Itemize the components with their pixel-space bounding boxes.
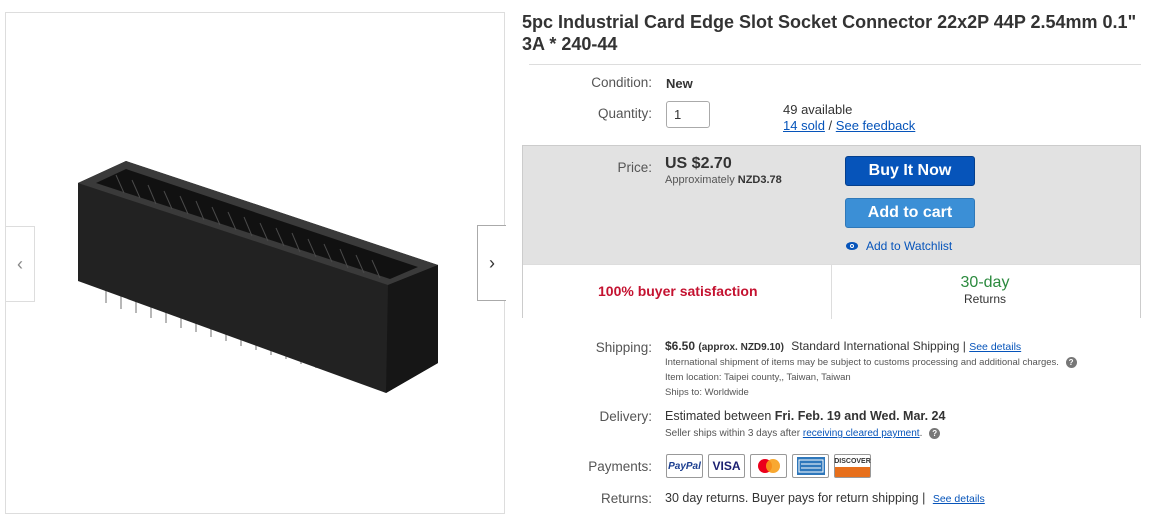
watchlist-label: Add to Watchlist <box>866 239 953 253</box>
available-count: 49 available <box>783 102 853 117</box>
returns-see-details-link[interactable]: See details <box>933 493 985 505</box>
gallery-prev-button[interactable]: ‹ <box>6 226 35 302</box>
title-divider <box>529 64 1141 65</box>
discover-icon: DISCOVER <box>834 454 871 478</box>
delivery-dates: Fri. Feb. 19 and Wed. Mar. 24 <box>774 409 946 423</box>
delivery-note: Seller ships within 3 days after receivi… <box>665 428 941 440</box>
delivery-note-suffix: . <box>919 428 923 440</box>
availability-separator: / <box>828 118 833 133</box>
price-approx-prefix: Approximately <box>665 174 735 186</box>
shipping-note: International shipment of items may be s… <box>665 357 1077 368</box>
paypal-icon: PayPal <box>666 454 703 478</box>
price-approx: Approximately NZD3.78 <box>665 174 782 186</box>
gallery-next-button[interactable]: › <box>477 225 506 301</box>
see-feedback-link[interactable]: See feedback <box>836 118 916 133</box>
returns-policy: 30 day returns. Buyer pays for return sh… <box>665 491 985 505</box>
buyer-satisfaction: 100% buyer satisfaction <box>598 283 758 299</box>
cleared-payment-link[interactable]: receiving cleared payment <box>803 428 920 439</box>
image-gallery: ‹ › <box>5 12 506 514</box>
price-box-divider <box>831 265 832 319</box>
shipping-cost: $6.50 <box>665 339 696 353</box>
quantity-input[interactable] <box>666 101 710 128</box>
price-approx-value: NZD3.78 <box>737 174 782 186</box>
add-to-watchlist-link[interactable]: Add to Watchlist <box>846 239 952 253</box>
buy-it-now-button[interactable]: Buy It Now <box>845 156 975 186</box>
price-label: Price: <box>617 160 652 175</box>
condition-value: New <box>666 76 693 91</box>
price-value: US $2.70 <box>665 155 732 172</box>
add-to-cart-button[interactable]: Add to cart <box>845 198 975 228</box>
returns-label: Returns: <box>600 491 652 506</box>
visa-icon: VISA <box>708 454 745 478</box>
page-title: 5pc Industrial Card Edge Slot Socket Con… <box>522 12 1137 54</box>
availability: 49 available 14 sold / See feedback <box>783 102 915 133</box>
delivery-note-prefix: Seller ships within 3 days after <box>665 428 801 440</box>
ships-to: Ships to: Worldwide <box>665 387 749 398</box>
returns-badge-label: Returns <box>963 292 1007 306</box>
payment-methods: PayPal VISA DISCOVER <box>666 454 871 478</box>
shipping-line: $6.50 (approx. NZD9.10) Standard Interna… <box>665 339 1021 353</box>
sold-link[interactable]: 14 sold <box>783 118 825 133</box>
delivery-prefix: Estimated between <box>665 409 772 423</box>
quantity-label: Quantity: <box>597 106 652 121</box>
condition-label: Condition: <box>591 75 652 90</box>
shipping-method: Standard International Shipping | <box>791 339 966 353</box>
delivery-estimate: Estimated between Fri. Feb. 19 and Wed. … <box>665 409 945 423</box>
eye-icon <box>846 242 858 250</box>
payments-label: Payments: <box>588 459 652 474</box>
item-location: Item location: Taipei county,, Taiwan, T… <box>665 372 851 383</box>
delivery-label: Delivery: <box>599 409 652 424</box>
returns-days: 30-day <box>960 274 1010 291</box>
shipping-approx: (approx. NZD9.10) <box>698 342 784 353</box>
help-icon[interactable]: ? <box>1065 357 1077 368</box>
returns-policy-text: 30 day returns. Buyer pays for return sh… <box>665 491 926 505</box>
american-express-icon <box>792 454 829 478</box>
shipping-label: Shipping: <box>595 340 652 355</box>
product-image[interactable] <box>66 153 446 398</box>
help-icon[interactable]: ? <box>929 428 941 439</box>
shipping-note-text: International shipment of items may be s… <box>665 357 1059 369</box>
mastercard-icon <box>750 454 787 478</box>
shipping-see-details-link[interactable]: See details <box>969 341 1021 353</box>
